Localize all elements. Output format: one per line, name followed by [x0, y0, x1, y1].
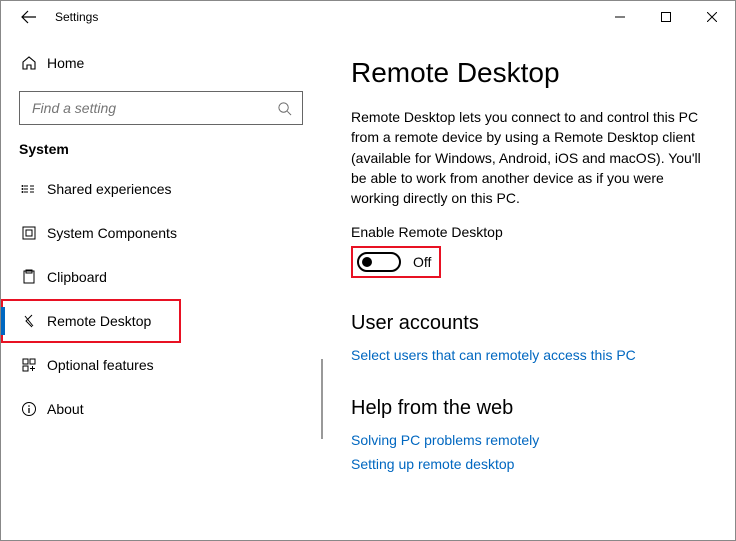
arrow-left-icon — [21, 9, 37, 25]
content-pane: Remote Desktop Remote Desktop lets you c… — [321, 33, 735, 540]
sidebar-item-clipboard[interactable]: Clipboard — [1, 255, 321, 299]
maximize-icon — [661, 12, 671, 22]
sidebar-home-label: Home — [47, 55, 84, 71]
sidebar-item-label: About — [47, 401, 84, 417]
sidebar-item-about[interactable]: About — [1, 387, 321, 431]
remote-desktop-toggle[interactable] — [357, 252, 401, 272]
sidebar-item-label: System Components — [47, 225, 177, 241]
maximize-button[interactable] — [643, 1, 689, 33]
sidebar-item-label: Shared experiences — [47, 181, 172, 197]
shared-experiences-icon — [21, 181, 47, 197]
content-divider — [321, 39, 322, 540]
help-heading: Help from the web — [351, 397, 707, 420]
search-box[interactable] — [19, 91, 303, 125]
sidebar-item-system-components[interactable]: System Components — [1, 211, 321, 255]
optional-features-icon — [21, 357, 47, 373]
select-users-link[interactable]: Select users that can remotely access th… — [351, 347, 707, 363]
close-button[interactable] — [689, 1, 735, 33]
search-input[interactable] — [30, 99, 277, 117]
sidebar-item-label: Clipboard — [47, 269, 107, 285]
about-icon — [21, 401, 47, 417]
titlebar: Settings — [1, 1, 735, 33]
toggle-knob — [362, 257, 372, 267]
system-components-icon — [21, 225, 47, 241]
user-accounts-heading: User accounts — [351, 312, 707, 335]
toggle-state-text: Off — [413, 254, 431, 270]
sidebar-item-remote-desktop[interactable]: Remote Desktop — [1, 299, 181, 343]
home-icon — [21, 55, 47, 71]
toggle-label: Enable Remote Desktop — [351, 224, 707, 240]
sidebar-section-label: System — [1, 137, 321, 167]
sidebar: Home System Shared experiences System Co… — [1, 33, 321, 540]
back-button[interactable] — [9, 1, 49, 33]
clipboard-icon — [21, 269, 47, 285]
search-icon — [277, 101, 292, 116]
sidebar-item-optional-features[interactable]: Optional features — [1, 343, 321, 387]
sidebar-home[interactable]: Home — [1, 41, 321, 85]
sidebar-nav: Shared experiences System Components Cli… — [1, 167, 321, 431]
help-link-setup[interactable]: Setting up remote desktop — [351, 456, 707, 472]
page-title: Remote Desktop — [351, 57, 707, 89]
toggle-highlight-box: Off — [351, 246, 441, 278]
page-description: Remote Desktop lets you connect to and c… — [351, 107, 707, 208]
help-link-solving[interactable]: Solving PC problems remotely — [351, 432, 707, 448]
sidebar-item-label: Remote Desktop — [47, 313, 151, 329]
close-icon — [707, 12, 717, 22]
window-title: Settings — [55, 10, 98, 24]
minimize-icon — [615, 12, 625, 22]
sidebar-item-shared-experiences[interactable]: Shared experiences — [1, 167, 321, 211]
minimize-button[interactable] — [597, 1, 643, 33]
scrollbar-thumb[interactable] — [321, 359, 323, 439]
remote-desktop-icon — [21, 313, 47, 329]
sidebar-item-label: Optional features — [47, 357, 154, 373]
